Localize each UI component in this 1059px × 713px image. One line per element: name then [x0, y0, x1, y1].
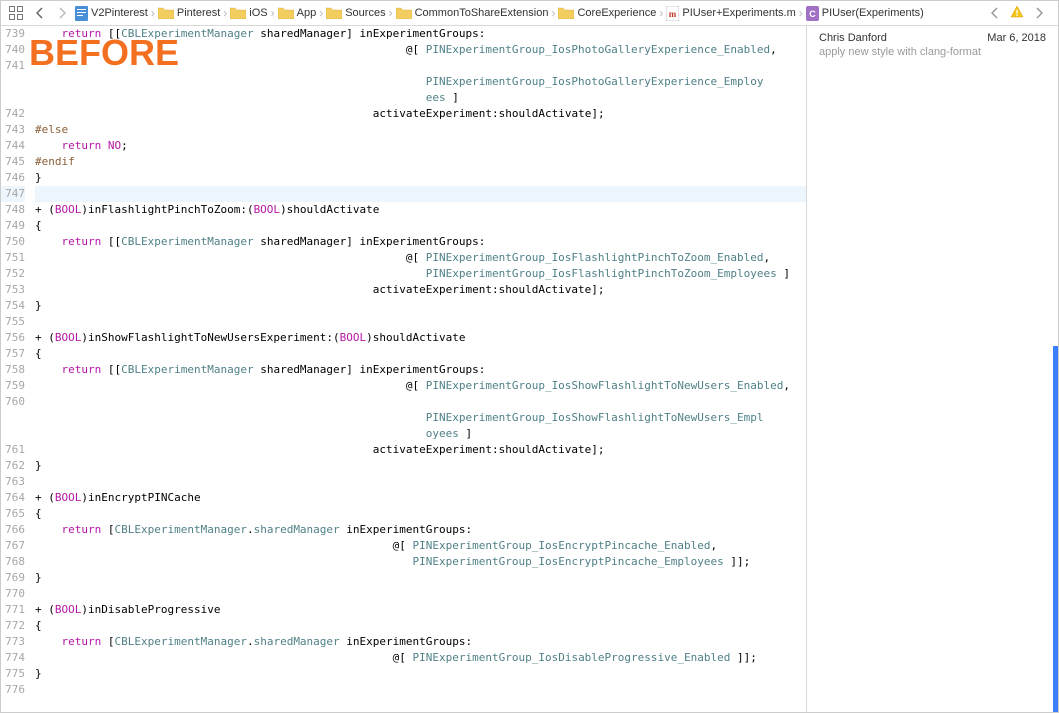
- scroll-indicator: [1053, 26, 1058, 712]
- code-line[interactable]: PINExperimentGroup_IosEncryptPincache_Em…: [35, 554, 806, 570]
- code-line[interactable]: @[ PINExperimentGroup_IosEncryptPincache…: [35, 538, 806, 554]
- code-line[interactable]: return [[CBLExperimentManager sharedMana…: [35, 362, 806, 378]
- code-line[interactable]: }: [35, 666, 806, 682]
- breadcrumb-label: PIUser(Experiments): [822, 7, 924, 19]
- breadcrumb-label: PIUser+Experiments.m: [682, 7, 795, 19]
- code-line[interactable]: + (BOOL)inDisableProgressive: [35, 602, 806, 618]
- svg-text:m: m: [669, 9, 677, 19]
- nav-forward-button[interactable]: [51, 3, 73, 23]
- code-line[interactable]: activateExperiment:shouldActivate];: [35, 282, 806, 298]
- code-line[interactable]: [35, 682, 806, 698]
- project-icon: [75, 6, 88, 21]
- breadcrumb-label: App: [297, 7, 317, 19]
- code-line[interactable]: activateExperiment:shouldActivate];: [35, 442, 806, 458]
- code-line[interactable]: {: [35, 506, 806, 522]
- breadcrumb-item[interactable]: iOS: [228, 7, 269, 19]
- objc-m-icon: m: [666, 6, 679, 21]
- code-line[interactable]: PINExperimentGroup_IosPhotoGalleryExperi…: [35, 74, 806, 90]
- breadcrumb-label: Pinterest: [177, 7, 220, 19]
- breadcrumb-item[interactable]: Pinterest: [156, 7, 222, 19]
- svg-text:C: C: [809, 9, 816, 19]
- issue-prev-button[interactable]: [984, 3, 1006, 23]
- code-line[interactable]: @[ PINExperimentGroup_IosFlashlightPinch…: [35, 250, 806, 266]
- folder-icon: [558, 7, 574, 19]
- code-line[interactable]: #endif: [35, 154, 806, 170]
- code-line[interactable]: return [CBLExperimentManager.sharedManag…: [35, 522, 806, 538]
- breadcrumb-item[interactable]: m PIUser+Experiments.m: [664, 6, 797, 21]
- code-line[interactable]: }: [35, 458, 806, 474]
- commit-message: apply new style with clang-format: [819, 46, 1046, 58]
- breadcrumb-item[interactable]: C PIUser(Experiments): [804, 6, 926, 21]
- code-line[interactable]: + (BOOL)inShowFlashlightToNewUsersExperi…: [35, 330, 806, 346]
- breadcrumb-label: V2Pinterest: [91, 7, 148, 19]
- breadcrumb: V2Pinterest›Pinterest›iOS›App›Sources›Co…: [73, 6, 984, 21]
- code-line[interactable]: [35, 186, 806, 202]
- related-items-icon[interactable]: [5, 3, 27, 23]
- code-line[interactable]: {: [35, 218, 806, 234]
- code-line[interactable]: }: [35, 170, 806, 186]
- breadcrumb-item[interactable]: App: [276, 7, 319, 19]
- code-line[interactable]: {: [35, 618, 806, 634]
- breadcrumb-item[interactable]: CoreExperience: [556, 7, 658, 19]
- commit-date: Mar 6, 2018: [987, 32, 1046, 44]
- jump-bar: V2Pinterest›Pinterest›iOS›App›Sources›Co…: [1, 1, 1058, 26]
- code-line[interactable]: }: [35, 570, 806, 586]
- editor[interactable]: BEFORE 739740741742743744745746747748749…: [1, 26, 806, 712]
- folder-icon: [278, 7, 294, 19]
- code-line[interactable]: PINExperimentGroup_IosShowFlashlightToNe…: [35, 410, 806, 426]
- line-gutter: 7397407417427437447457467477487497507517…: [1, 26, 31, 712]
- code-line[interactable]: #else: [35, 122, 806, 138]
- breadcrumb-item[interactable]: CommonToShareExtension: [394, 7, 551, 19]
- folder-icon: [396, 7, 412, 19]
- breadcrumb-label: CommonToShareExtension: [415, 7, 549, 19]
- code-line[interactable]: [35, 314, 806, 330]
- folder-icon: [230, 7, 246, 19]
- overlay-label: BEFORE: [29, 32, 179, 74]
- code-line[interactable]: return [CBLExperimentManager.sharedManag…: [35, 634, 806, 650]
- code-line[interactable]: @[ PINExperimentGroup_IosShowFlashlightT…: [35, 378, 806, 394]
- warning-icon[interactable]: [1010, 5, 1024, 22]
- code-line[interactable]: activateExperiment:shouldActivate];: [35, 106, 806, 122]
- breadcrumb-item[interactable]: Sources: [324, 7, 387, 19]
- commit-author: Chris Danford: [819, 32, 887, 44]
- issue-next-button[interactable]: [1028, 3, 1050, 23]
- code-line[interactable]: return [[CBLExperimentManager sharedMana…: [35, 234, 806, 250]
- code-line[interactable]: [35, 474, 806, 490]
- code-line[interactable]: {: [35, 346, 806, 362]
- breadcrumb-label: CoreExperience: [577, 7, 656, 19]
- code-line[interactable]: PINExperimentGroup_IosFlashlightPinchToZ…: [35, 266, 806, 282]
- code-line[interactable]: oyees ]: [35, 426, 806, 442]
- code-line[interactable]: ees ]: [35, 90, 806, 106]
- code-line[interactable]: [35, 394, 806, 410]
- code-line[interactable]: }: [35, 298, 806, 314]
- breadcrumb-item[interactable]: V2Pinterest: [73, 6, 150, 21]
- breadcrumb-label: iOS: [249, 7, 267, 19]
- class-icon: C: [806, 6, 819, 21]
- code-line[interactable]: @[ PINExperimentGroup_IosDisableProgress…: [35, 650, 806, 666]
- code-line[interactable]: + (BOOL)inFlashlightPinchToZoom:(BOOL)sh…: [35, 202, 806, 218]
- nav-back-button[interactable]: [29, 3, 51, 23]
- folder-icon: [158, 7, 174, 19]
- code-line[interactable]: [35, 586, 806, 602]
- code-area[interactable]: return [[CBLExperimentManager sharedMana…: [31, 26, 806, 712]
- code-line[interactable]: + (BOOL)inEncryptPINCache: [35, 490, 806, 506]
- code-line[interactable]: return NO;: [35, 138, 806, 154]
- folder-icon: [326, 7, 342, 19]
- breadcrumb-label: Sources: [345, 7, 385, 19]
- blame-panel: Chris Danford Mar 6, 2018 apply new styl…: [806, 26, 1058, 712]
